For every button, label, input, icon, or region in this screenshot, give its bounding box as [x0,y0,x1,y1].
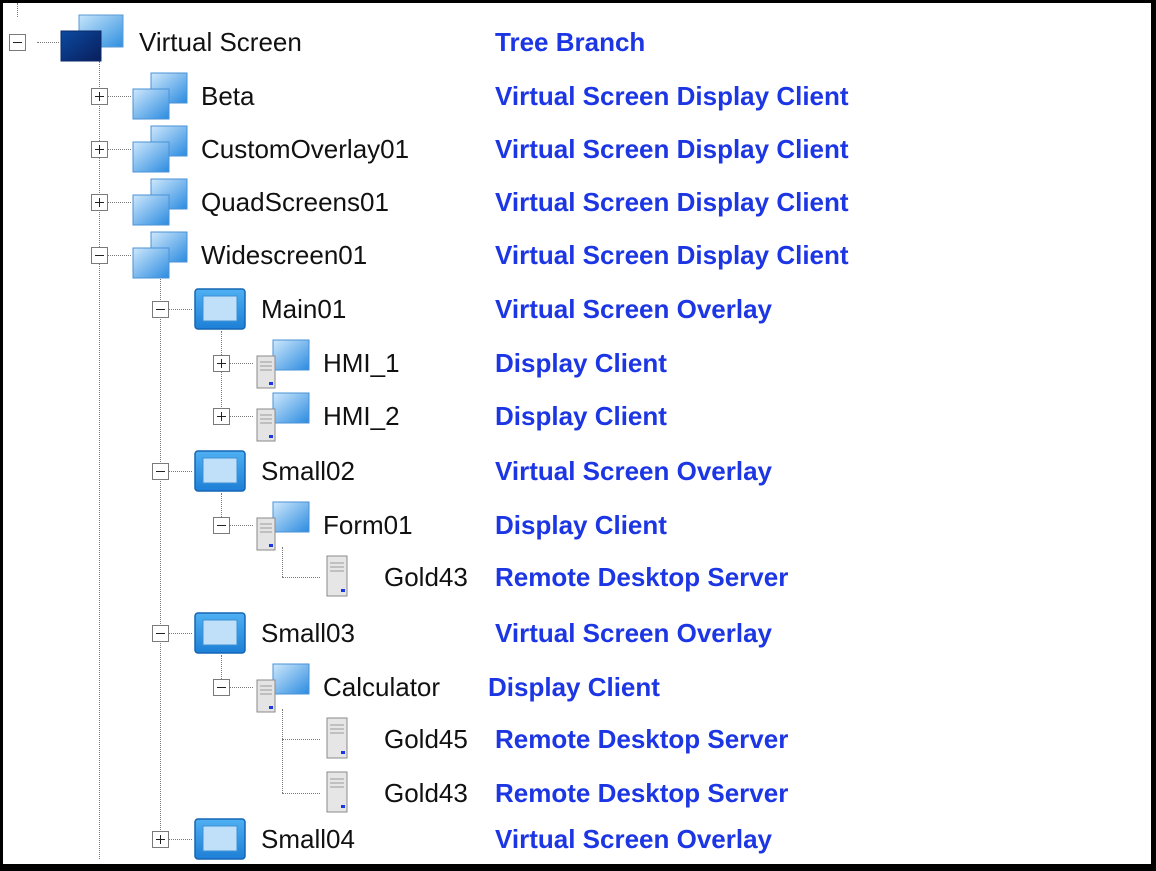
tree-line [282,709,283,793]
overlay-monitor-icon [194,818,246,860]
tree-line [229,416,253,417]
display-client-group-icon [132,125,188,173]
expand-toggle[interactable] [91,88,108,105]
overlay-monitor-icon [194,450,246,492]
tree-line [282,739,320,740]
node-label: Beta [201,81,255,111]
node-type-annotation: Virtual Screen Display Client [495,187,849,217]
display-client-computer-icon [256,663,310,713]
node-type-annotation: Virtual Screen Overlay [495,294,773,324]
tree-line [229,525,253,526]
tree-line [168,471,192,472]
tree-line [168,633,192,634]
node-label: Gold43 [384,778,468,808]
display-client-computer-icon [256,339,310,389]
display-client-group-icon [132,231,188,279]
tree-line [229,363,253,364]
tree-line [107,255,131,256]
virtual-screen-icon [60,14,124,62]
node-label: QuadScreens01 [201,187,389,217]
display-client-computer-icon [256,501,310,551]
expand-toggle[interactable] [152,831,169,848]
expand-toggle[interactable] [91,194,108,211]
collapse-toggle[interactable] [152,463,169,480]
tree-line [107,202,131,203]
node-label: Calculator [323,672,441,702]
tree-line [37,42,59,43]
overlay-monitor-icon [194,288,246,330]
tree-line [17,3,18,17]
node-type-annotation: Virtual Screen Overlay [495,824,773,854]
node-type-annotation: Display Client [488,672,660,702]
node-type-annotation: Remote Desktop Server [495,778,789,808]
collapse-toggle[interactable] [213,679,230,696]
node-label: HMI_1 [323,348,400,378]
tree-line [107,149,131,150]
server-tower-icon [326,717,348,759]
server-tower-icon [326,771,348,813]
node-label: Small03 [261,618,355,648]
node-label: HMI_2 [323,401,400,431]
node-type-annotation: Tree Branch [495,27,646,57]
overlay-monitor-icon [194,612,246,654]
node-type-annotation: Virtual Screen Overlay [495,456,773,486]
display-client-group-icon [132,178,188,226]
collapse-toggle[interactable] [213,517,230,534]
node-label: Small04 [261,824,355,854]
node-label: Main01 [261,294,347,324]
node-label: Gold45 [384,724,468,754]
expand-toggle[interactable] [91,141,108,158]
expand-toggle[interactable] [213,408,230,425]
node-type-annotation: Remote Desktop Server [495,724,789,754]
display-client-computer-icon [256,392,310,442]
node-label: Form01 [323,510,413,540]
tree-line [229,687,253,688]
node-type-annotation: Display Client [495,401,667,431]
collapse-toggle[interactable] [152,301,169,318]
node-type-annotation: Display Client [495,348,667,378]
tree-line [168,309,192,310]
tree-line [160,276,161,836]
node-type-annotation: Virtual Screen Overlay [495,618,773,648]
expand-toggle[interactable] [213,355,230,372]
server-tower-icon [326,555,348,597]
collapse-toggle[interactable] [152,625,169,642]
display-client-group-icon [132,72,188,120]
node-label: Widescreen01 [201,240,368,270]
collapse-toggle[interactable] [9,34,26,51]
node-label: Small02 [261,456,355,486]
node-type-annotation: Virtual Screen Display Client [495,81,849,111]
tree-line [99,61,100,859]
node-label: Gold43 [384,562,468,592]
node-type-annotation: Display Client [495,510,667,540]
node-label: CustomOverlay01 [201,134,410,164]
node-type-annotation: Remote Desktop Server [495,562,789,592]
tree-line [282,793,320,794]
tree-line [107,96,131,97]
node-type-annotation: Virtual Screen Display Client [495,240,849,270]
tree-line [282,577,320,578]
node-type-annotation: Virtual Screen Display Client [495,134,849,164]
collapse-toggle[interactable] [91,247,108,264]
tree-view-panel: Virtual Screen Tree Branch Beta Virtual … [0,0,1156,871]
tree-line [168,839,192,840]
node-label: Virtual Screen [139,27,302,57]
